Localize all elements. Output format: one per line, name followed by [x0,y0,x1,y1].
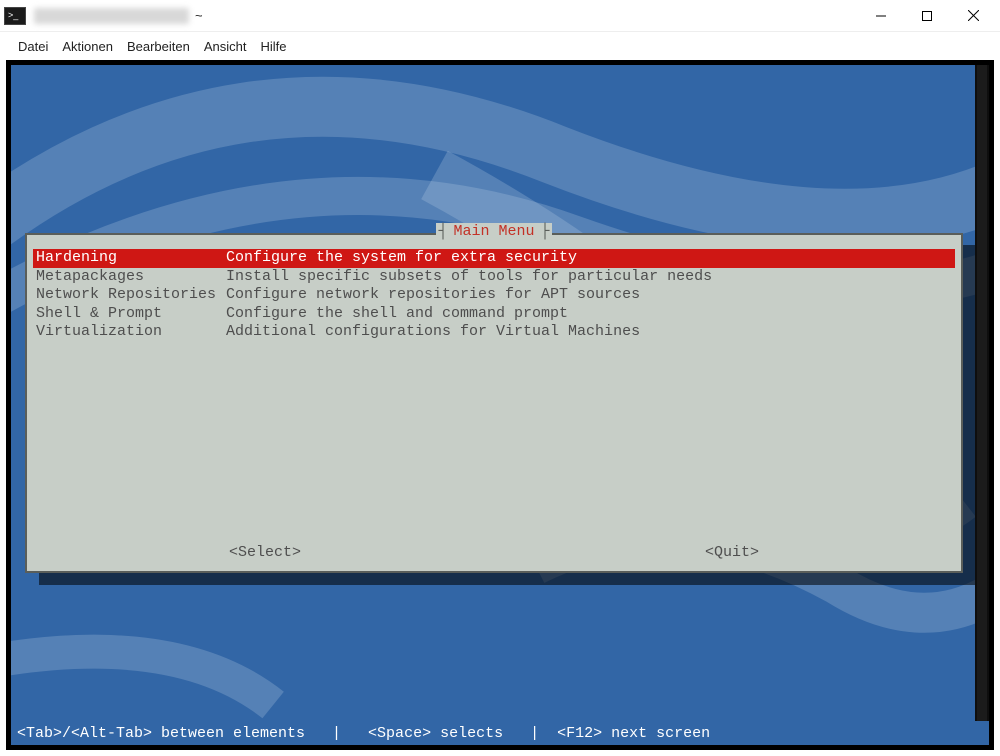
menu-ansicht[interactable]: Ansicht [204,39,247,54]
keyboard-hint-bar: <Tab>/<Alt-Tab> between elements | <Spac… [11,721,975,745]
dialog-title-right-bar: ├ [539,223,552,240]
menu-item-label: Network Repositories [36,286,226,305]
app-menubar: Datei Aktionen Bearbeiten Ansicht Hilfe [0,32,1000,60]
quit-button[interactable]: <Quit> [705,544,759,561]
menu-item-shell-prompt[interactable]: Shell & Prompt Configure the shell and c… [33,305,955,324]
menu-bearbeiten[interactable]: Bearbeiten [127,39,190,54]
keyboard-hint-text: <Tab>/<Alt-Tab> between elements | <Spac… [17,725,710,742]
menu-item-label: Shell & Prompt [36,305,226,324]
menu-item-hardening[interactable]: Hardening Configure the system for extra… [33,249,955,268]
menu-item-desc: Configure network repositories for APT s… [226,286,952,305]
close-button[interactable] [950,0,996,31]
menu-item-network-repositories[interactable]: Network Repositories Configure network r… [33,286,955,305]
menu-item-label: Metapackages [36,268,226,287]
terminal-app-icon: >_ [4,7,26,25]
window-title-obscured [34,8,189,24]
menu-item-virtualization[interactable]: Virtualization Additional configurations… [33,323,955,342]
terminal-outer: ┤ Main Menu ├ Hardening Configure the sy… [6,60,994,750]
terminal-scrollbar-thumb[interactable] [977,65,987,721]
main-menu-dialog: ┤ Main Menu ├ Hardening Configure the sy… [25,233,963,573]
menu-item-label: Hardening [36,249,226,268]
menu-aktionen[interactable]: Aktionen [62,39,113,54]
dialog-title-left-bar: ┤ [436,223,449,240]
menu-item-desc: Configure the shell and command prompt [226,305,952,324]
menu-hilfe[interactable]: Hilfe [260,39,286,54]
window-controls [858,0,996,31]
dialog-body: Hardening Configure the system for extra… [33,249,955,557]
select-button[interactable]: <Select> [229,544,301,561]
maximize-button[interactable] [904,0,950,31]
menu-datei[interactable]: Datei [18,39,48,54]
terminal-viewport[interactable]: ┤ Main Menu ├ Hardening Configure the sy… [11,65,989,745]
menu-item-metapackages[interactable]: Metapackages Install specific subsets of… [33,268,955,287]
window-title-suffix: ~ [195,8,203,23]
terminal-scrollbar[interactable] [975,65,989,721]
menu-item-label: Virtualization [36,323,226,342]
dialog-title-wrap: ┤ Main Menu ├ [27,223,961,240]
window-titlebar: >_ ~ [0,0,1000,32]
menu-item-desc: Install specific subsets of tools for pa… [226,268,952,287]
dialog-button-row: <Select> <Quit> [27,544,961,561]
menu-item-desc: Additional configurations for Virtual Ma… [226,323,952,342]
minimize-button[interactable] [858,0,904,31]
dialog-title: Main Menu [449,223,538,240]
menu-item-desc: Configure the system for extra security [226,249,952,268]
